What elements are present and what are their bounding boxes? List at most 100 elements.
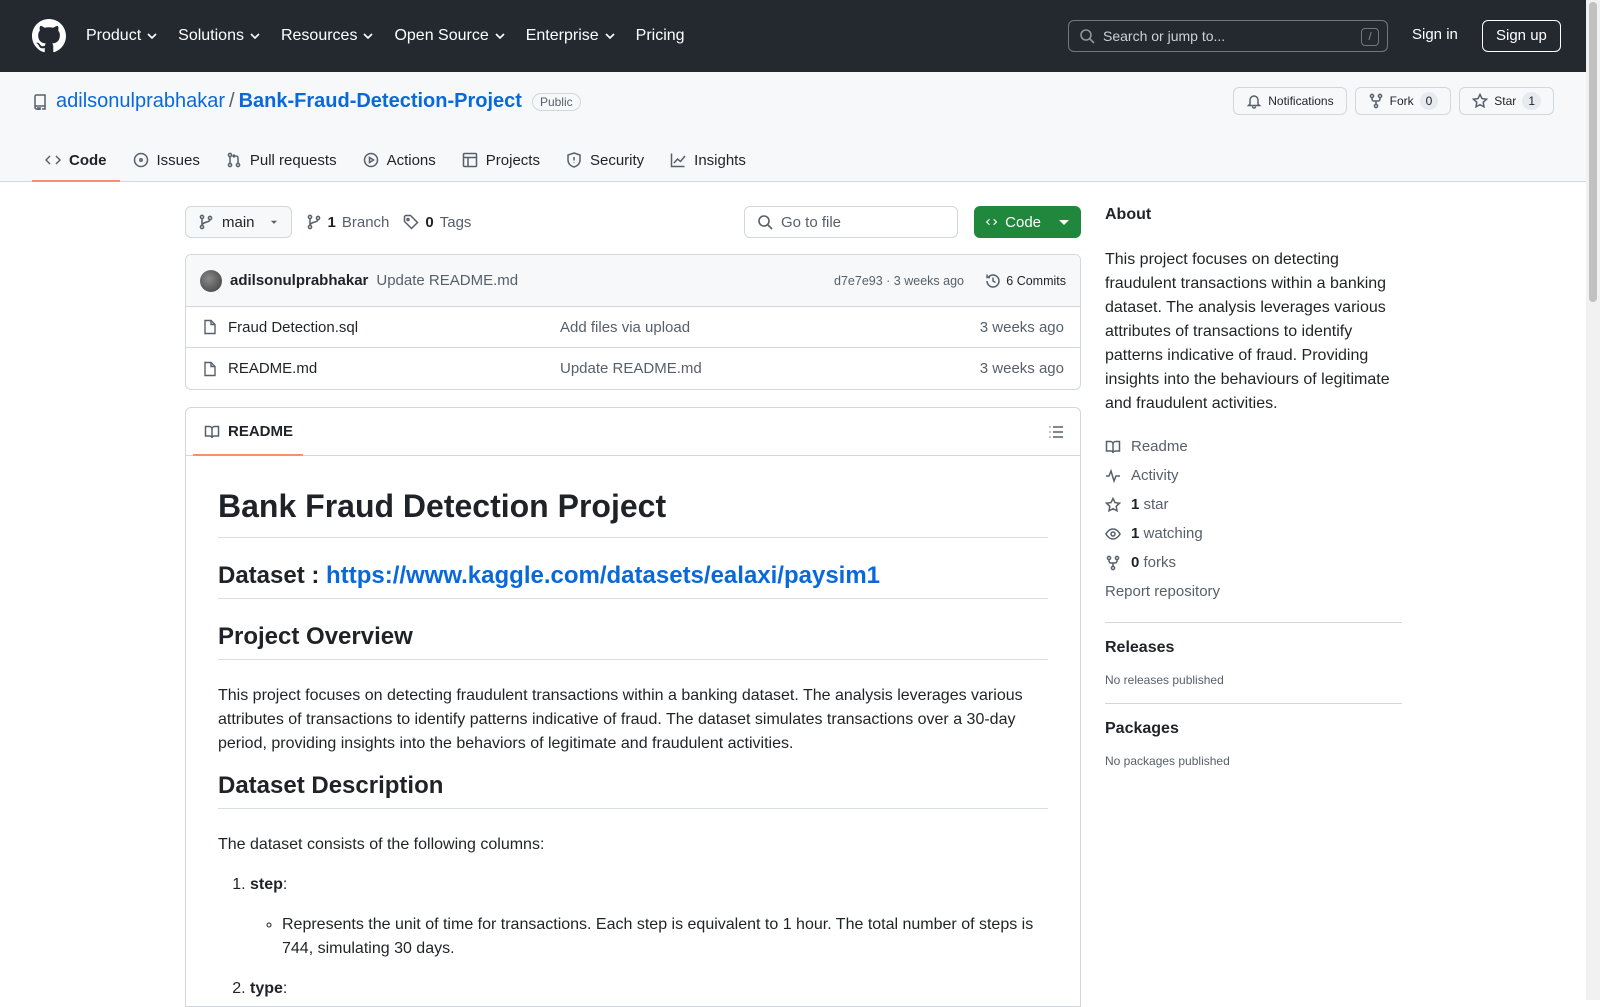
repo-separator: / [229, 90, 235, 112]
tab-projects-label: Projects [485, 151, 540, 169]
nav-pricing-label: Pricing [635, 27, 685, 44]
watching-link[interactable]: 1 watching [1105, 519, 1402, 548]
go-to-file-input[interactable]: Go to file [744, 206, 958, 238]
tab-pull-requests[interactable]: Pull requests [213, 138, 350, 182]
stars-label: star [1143, 496, 1169, 513]
repo-name-link[interactable]: Bank-Fraud-Detection-Project [239, 90, 522, 113]
commit-hash-time[interactable]: d7e7e93 · 3 weeks ago [834, 274, 964, 288]
watching-text: 1 watching [1131, 525, 1203, 542]
nav-open-source-label: Open Source [394, 27, 489, 44]
nav-enterprise[interactable]: Enterprise [526, 27, 616, 45]
readme-link[interactable]: Readme [1105, 432, 1402, 461]
forks-count: 0 [1131, 554, 1140, 571]
file-name[interactable]: README.md [228, 360, 317, 377]
chevron-down-icon [605, 33, 615, 40]
sign-up-button[interactable]: Sign up [1482, 20, 1561, 52]
notifications-label: Notifications [1268, 94, 1334, 108]
branches-link[interactable]: 1 Branch [306, 214, 389, 231]
file-commit-message[interactable]: Add files via upload [560, 319, 690, 336]
column-colon: : [282, 876, 288, 893]
watching-count: 1 [1131, 525, 1140, 542]
file-icon [204, 319, 216, 335]
fork-count: 0 [1419, 92, 1439, 110]
star-button[interactable]: Star 1 [1459, 87, 1554, 115]
branch-icon [199, 214, 213, 230]
search-icon [1080, 29, 1095, 44]
readme-link-label: Readme [1131, 438, 1188, 455]
forks-link[interactable]: 0 forks [1105, 548, 1402, 577]
avatar[interactable] [200, 269, 222, 292]
dataset-label: Dataset : [218, 562, 327, 589]
file-commit-message[interactable]: Update README.md [560, 360, 702, 377]
activity-link[interactable]: Activity [1105, 461, 1402, 490]
tags-link[interactable]: 0 Tags [403, 214, 471, 231]
nav-open-source[interactable]: Open Source [394, 27, 505, 45]
branch-icon [307, 214, 320, 230]
repo-icon [34, 93, 46, 110]
readme-title: Bank Fraud Detection Project [218, 488, 1048, 538]
nav-resources[interactable]: Resources [281, 27, 374, 45]
nav-pricing[interactable]: Pricing [636, 27, 685, 45]
file-list: adilsonulprabhakar Update README.md d7e7… [185, 254, 1081, 390]
search-input[interactable]: Search or jump to... / [1068, 20, 1388, 52]
file-row[interactable]: Fraud Detection.sql Add files via upload… [186, 307, 1080, 348]
description-text: The dataset consists of the following co… [218, 836, 545, 853]
tab-issues[interactable]: Issues [120, 138, 213, 182]
list-outline-icon[interactable] [1048, 424, 1064, 440]
tab-security[interactable]: Security [553, 138, 657, 182]
nav-product[interactable]: Product [86, 27, 158, 45]
repo-owner-link[interactable]: adilsonulprabhakar [56, 90, 225, 113]
pulse-icon [1106, 468, 1120, 483]
divider [1105, 703, 1402, 704]
fork-icon [1369, 93, 1382, 109]
list-item: step: Represents the unit of time for tr… [250, 873, 1048, 961]
commit-author[interactable]: adilsonulprabhakar [230, 272, 368, 289]
readme-tab-label: README [228, 423, 294, 440]
sign-in-link[interactable]: Sign in [1412, 26, 1458, 43]
tab-projects[interactable]: Projects [449, 138, 553, 182]
file-date: 3 weeks ago [979, 360, 1064, 377]
scrollbar-thumb[interactable] [1589, 2, 1597, 302]
commits-link[interactable]: 6 Commits [985, 273, 1066, 289]
tag-count: 0 [425, 213, 434, 231]
search-icon [758, 215, 773, 230]
chevron-down-icon [495, 33, 505, 40]
commit-message[interactable]: Update README.md [376, 272, 518, 289]
tab-insights[interactable]: Insights [657, 138, 759, 182]
tab-security-label: Security [589, 151, 645, 169]
readme-panel: README Bank Fraud Detection Project Data… [185, 407, 1081, 1007]
bell-icon [1246, 95, 1262, 109]
about-title: About [1105, 206, 1152, 223]
eye-icon [1105, 527, 1121, 540]
github-logo-icon[interactable] [32, 19, 66, 53]
fork-button[interactable]: Fork 0 [1354, 87, 1452, 115]
report-repository-link[interactable]: Report repository [1105, 583, 1220, 600]
tab-actions-label: Actions [386, 151, 436, 169]
watching-label: watching [1143, 525, 1203, 542]
file-name[interactable]: Fraud Detection.sql [228, 319, 358, 336]
releases-title[interactable]: Releases [1105, 639, 1402, 657]
tab-code-label: Code [69, 151, 107, 169]
nav-solutions-label: Solutions [178, 27, 244, 44]
column-name: step [250, 876, 283, 893]
tab-actions[interactable]: Actions [350, 138, 449, 182]
scrollbar[interactable] [1586, 0, 1600, 1000]
branch-select-button[interactable]: main [185, 206, 292, 238]
stars-link[interactable]: 1 star [1105, 490, 1402, 519]
code-icon [986, 218, 998, 226]
tab-code[interactable]: Code [32, 138, 120, 182]
readme-tab[interactable]: README [192, 408, 304, 456]
main-content: main 1 Branch 0 Tags Go to file Code adi… [185, 206, 1081, 1007]
visibility-badge: Public [531, 92, 581, 111]
code-dropdown-button[interactable]: Code [974, 206, 1081, 238]
readme-header: README [186, 408, 1080, 456]
file-row[interactable]: README.md Update README.md 3 weeks ago [186, 348, 1080, 389]
nav-solutions[interactable]: Solutions [178, 27, 261, 45]
star-icon [1105, 496, 1121, 512]
dataset-link[interactable]: https://www.kaggle.com/datasets/ealaxi/p… [326, 562, 880, 589]
packages-empty-text: No packages published [1105, 754, 1230, 768]
packages-title[interactable]: Packages [1105, 720, 1402, 738]
go-to-file-placeholder: Go to file [781, 213, 842, 231]
notifications-button[interactable]: Notifications [1233, 87, 1347, 115]
slash-shortcut-key: / [1361, 28, 1379, 46]
